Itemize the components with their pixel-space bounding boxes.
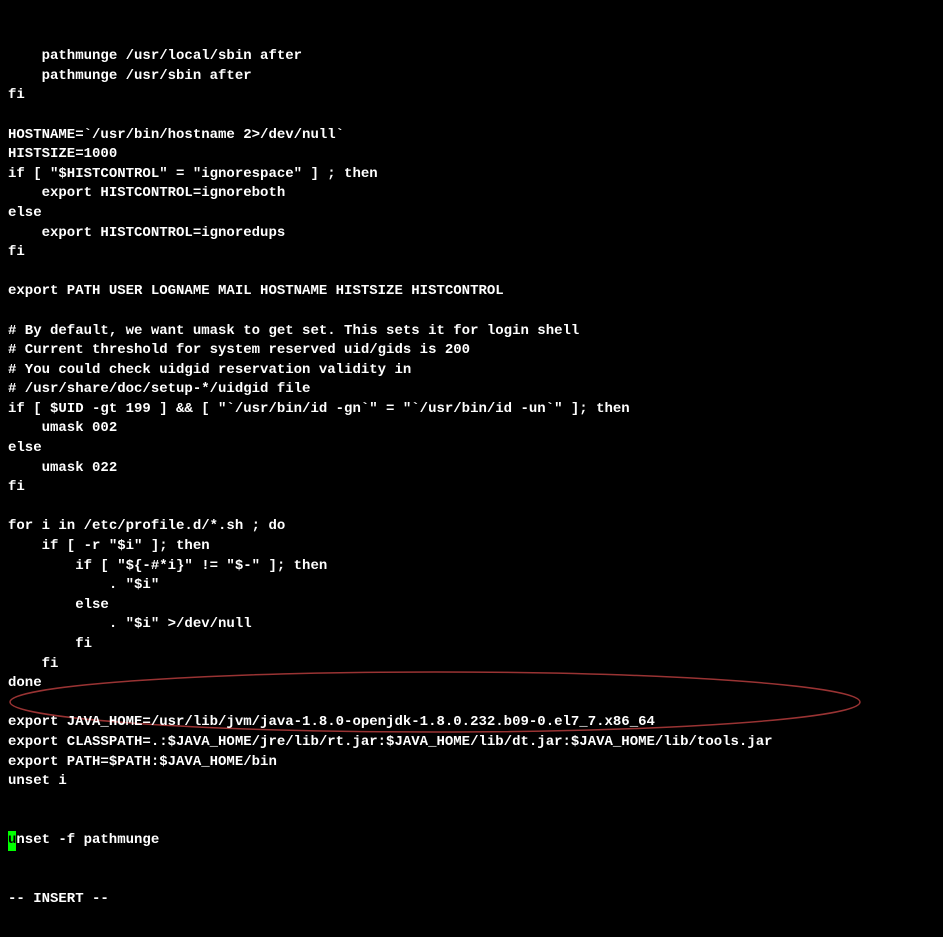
code-line	[8, 498, 935, 518]
code-line: if [ -r "$i" ]; then	[8, 537, 935, 557]
code-line: export PATH=$PATH:$JAVA_HOME/bin	[8, 753, 935, 773]
code-line: fi	[8, 243, 935, 263]
code-line: else	[8, 439, 935, 459]
code-line: . "$i" >/dev/null	[8, 615, 935, 635]
code-line: if [ "$HISTCONTROL" = "ignorespace" ] ; …	[8, 165, 935, 185]
code-line: if [ "${-#*i}" != "$-" ]; then	[8, 557, 935, 577]
code-line: done	[8, 674, 935, 694]
code-line: pathmunge /usr/local/sbin after	[8, 47, 935, 67]
code-line: export JAVA_HOME=/usr/lib/jvm/java-1.8.0…	[8, 713, 935, 733]
code-line: HISTSIZE=1000	[8, 145, 935, 165]
code-line: umask 002	[8, 419, 935, 439]
code-line	[8, 106, 935, 126]
code-line: umask 022	[8, 459, 935, 479]
code-line: HOSTNAME=`/usr/bin/hostname 2>/dev/null`	[8, 126, 935, 146]
cursor-line-suffix: nset -f pathmunge	[16, 832, 159, 848]
code-line: export HISTCONTROL=ignoredups	[8, 224, 935, 244]
code-line: # By default, we want umask to get set. …	[8, 322, 935, 342]
code-line	[8, 694, 935, 714]
code-line	[8, 302, 935, 322]
code-line: for i in /etc/profile.d/*.sh ; do	[8, 517, 935, 537]
code-line	[8, 263, 935, 283]
code-line: # /usr/share/doc/setup-*/uidgid file	[8, 380, 935, 400]
code-line: export HISTCONTROL=ignoreboth	[8, 184, 935, 204]
code-line: export CLASSPATH=.:$JAVA_HOME/jre/lib/rt…	[8, 733, 935, 753]
code-line: export PATH USER LOGNAME MAIL HOSTNAME H…	[8, 282, 935, 302]
code-line: fi	[8, 655, 935, 675]
code-line: pathmunge /usr/sbin after	[8, 67, 935, 87]
vim-status-line: -- INSERT --	[8, 890, 935, 910]
code-line: # Current threshold for system reserved …	[8, 341, 935, 361]
code-line: unset i	[8, 772, 935, 792]
code-line: fi	[8, 86, 935, 106]
code-line: fi	[8, 635, 935, 655]
terminal-editor[interactable]: pathmunge /usr/local/sbin after pathmung…	[0, 0, 943, 937]
code-line: else	[8, 596, 935, 616]
code-line: . "$i"	[8, 576, 935, 596]
code-line: fi	[8, 478, 935, 498]
cursor: u	[8, 831, 16, 851]
code-line: # You could check uidgid reservation val…	[8, 361, 935, 381]
code-line: if [ $UID -gt 199 ] && [ "`/usr/bin/id -…	[8, 400, 935, 420]
code-line: else	[8, 204, 935, 224]
cursor-line: unset -f pathmunge	[8, 831, 935, 851]
